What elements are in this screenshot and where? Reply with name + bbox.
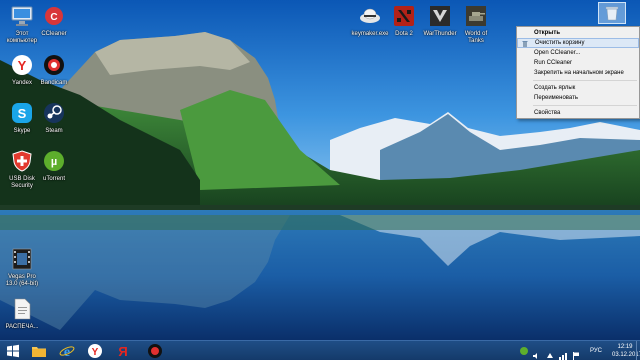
dota2-icon-item[interactable]: Dota 2 <box>384 3 424 38</box>
film-strip-icon <box>9 246 35 272</box>
windows-logo-icon <box>7 344 19 358</box>
menu-item[interactable]: Открыть <box>517 28 639 38</box>
ccleaner-icon: C <box>41 3 67 29</box>
bandicam-icon-item[interactable]: Bandicam <box>34 52 74 87</box>
vegas-pro-label: Vegas Pro 13.0 (64-bit) <box>5 274 39 287</box>
dota2-icon <box>391 3 417 29</box>
desktop: Этот компьютер C CCleaner Y Yandex Bandi… <box>0 0 640 340</box>
svg-text:C: C <box>50 12 57 23</box>
taskbar-bandicam[interactable] <box>144 343 166 359</box>
show-desktop-button[interactable] <box>636 341 640 360</box>
language-indicator[interactable]: РУС <box>590 341 602 360</box>
tank-icon <box>463 3 489 29</box>
menu-item-label: Очистить корзину <box>535 40 585 46</box>
warthunder-label: WarThunder <box>423 31 457 37</box>
computer-icon <box>9 3 35 29</box>
bandicam-icon <box>41 52 67 78</box>
recycle-bin-icon-item[interactable] <box>598 2 626 24</box>
start-button[interactable] <box>2 343 24 359</box>
menu-separator <box>533 105 637 106</box>
menu-item[interactable]: Переименовать <box>517 93 639 103</box>
menu-item-label: Свойства <box>534 110 561 116</box>
menu-item[interactable]: Open CCleaner... <box>517 48 639 58</box>
menu-item[interactable]: Создать ярлык <box>517 83 639 93</box>
world-of-tanks-icon-item[interactable]: World of Tanks <box>456 3 496 45</box>
keymaker-icon <box>357 3 383 29</box>
yandex-icon: Y <box>9 52 35 78</box>
skype-icon: S <box>9 100 35 126</box>
yandex-browser-icon: Y <box>88 344 102 358</box>
vegas-pro-icon-item[interactable]: Vegas Pro 13.0 (64-bit) <box>2 246 42 288</box>
taskbar-internet-explorer[interactable]: e <box>56 343 78 359</box>
clock[interactable]: 12:19 03.12.2017 <box>612 343 640 359</box>
steam-icon <box>41 100 67 126</box>
taskbar-file-explorer[interactable] <box>28 343 50 359</box>
menu-item-label: Переименовать <box>534 95 578 101</box>
record-icon <box>148 344 162 358</box>
warthunder-icon <box>427 3 453 29</box>
system-tray <box>520 341 580 360</box>
clock-time: 12:19 <box>617 344 633 350</box>
menu-separator <box>533 80 637 81</box>
internet-explorer-icon: e <box>59 345 75 359</box>
document-icon <box>9 296 35 322</box>
dota2-label: Dota 2 <box>395 31 413 37</box>
svg-text:Y: Y <box>92 347 99 358</box>
folder-icon <box>32 347 46 357</box>
svg-text:µ: µ <box>51 156 57 168</box>
raspecha-icon-item[interactable]: РАСПЕЧА... <box>2 296 42 331</box>
tray-up-arrow-icon[interactable] <box>546 347 554 358</box>
utorrent-icon: µ <box>41 148 67 174</box>
tray-sound-icon[interactable] <box>533 347 541 359</box>
menu-item-label: Open CCleaner... <box>534 50 581 56</box>
menu-item[interactable]: Свойства <box>517 108 639 118</box>
menu-item-label: Run CCleaner <box>534 60 573 66</box>
taskbar-yandex-search[interactable]: Я <box>112 343 134 359</box>
warthunder-icon-item[interactable]: WarThunder <box>420 3 460 38</box>
menu-item[interactable]: Очистить корзину <box>517 38 639 48</box>
svg-text:Я: Я <box>118 344 127 359</box>
tray-app-icon[interactable] <box>520 347 528 355</box>
menu-item-label: Закрепить на начальном экране <box>534 70 624 76</box>
svg-text:S: S <box>18 106 27 121</box>
raspecha-label: РАСПЕЧА... <box>5 324 39 330</box>
taskbar-yandex[interactable]: Y <box>84 343 106 359</box>
menu-item-label: Создать ярлык <box>534 85 576 91</box>
clock-date: 03.12.2017 <box>612 352 640 358</box>
tray-flag-icon[interactable] <box>572 347 580 360</box>
ccleaner-label: CCleaner <box>41 31 67 37</box>
taskbar: e Y Я РУС 12:19 03.12.2017 <box>0 340 640 360</box>
yandex-letter-icon: Я <box>118 344 127 359</box>
shield-icon <box>9 148 35 174</box>
utorrent-icon-item[interactable]: µ uTorrent <box>34 148 74 183</box>
recycle-bin-icon <box>602 3 622 23</box>
menu-item-label: Открыть <box>534 30 561 36</box>
tray-network-icon[interactable] <box>559 347 567 360</box>
svg-text:Y: Y <box>18 58 27 73</box>
steam-label: Steam <box>45 128 63 134</box>
recycle-clean-icon <box>522 41 528 47</box>
ccleaner-icon-item[interactable]: C CCleaner <box>34 3 74 38</box>
context-menu: Открыть Очистить корзину Open CCleaner... R… <box>516 26 640 119</box>
menu-item[interactable]: Run CCleaner <box>517 58 639 68</box>
world-of-tanks-label: World of Tanks <box>464 31 488 44</box>
steam-icon-item[interactable]: Steam <box>34 100 74 135</box>
utorrent-label: uTorrent <box>42 176 65 182</box>
bandicam-label: Bandicam <box>40 80 68 86</box>
menu-item[interactable]: Закрепить на начальном экране <box>517 68 639 78</box>
